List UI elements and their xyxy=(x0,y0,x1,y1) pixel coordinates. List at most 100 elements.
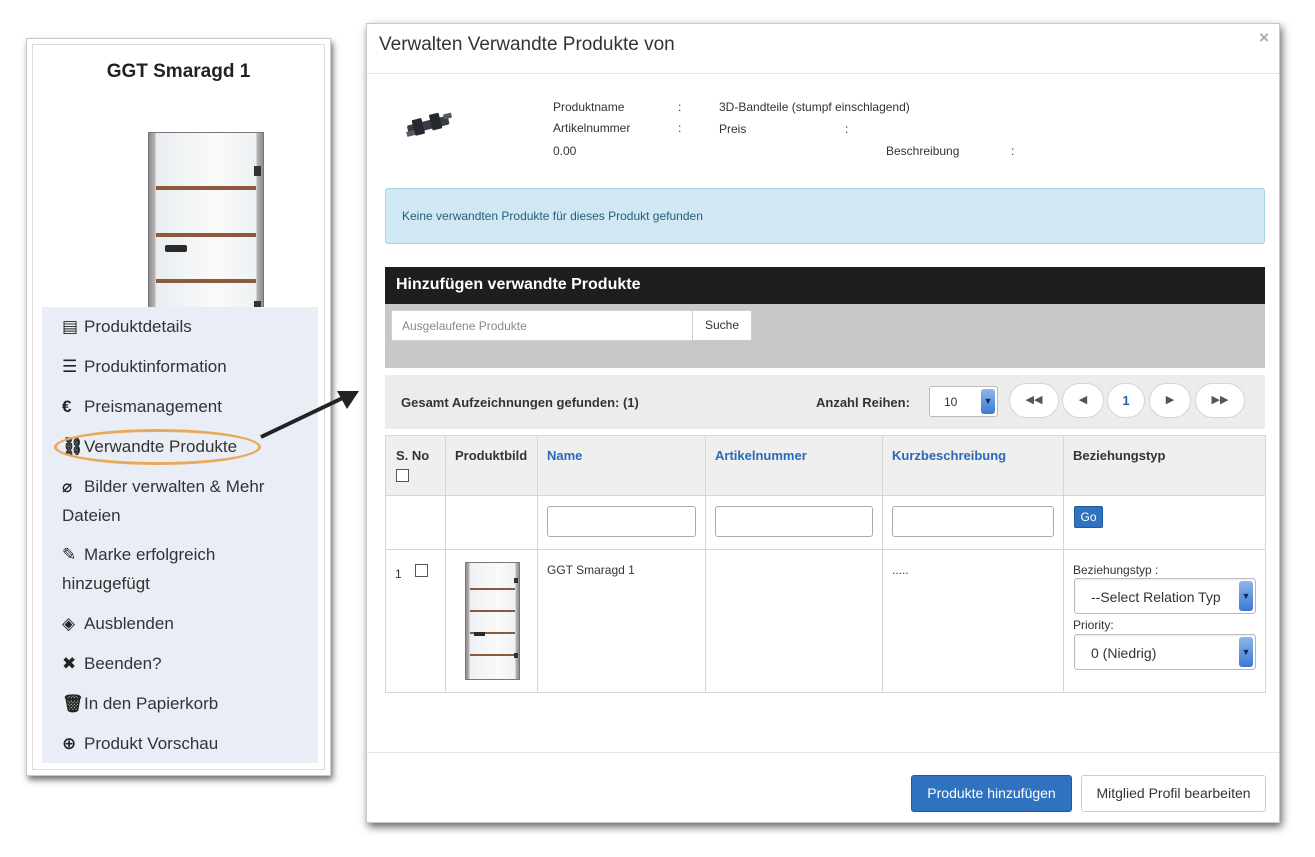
pointer-arrow-icon xyxy=(260,391,359,439)
price-value: 0.00 xyxy=(553,144,577,158)
filter-name-input[interactable] xyxy=(547,506,696,537)
menu-item-label: Marke erfolgreich hinzugefügt xyxy=(62,545,216,593)
row-checkbox[interactable] xyxy=(415,564,428,577)
description-label: Beschreibung xyxy=(886,144,960,158)
header-sku[interactable]: Artikelnummer xyxy=(715,448,807,463)
header-short-desc[interactable]: Kurzbeschreibung xyxy=(892,448,1006,463)
product-menu: ▤ Produktdetails ☰ Produktinformation € Pre… xyxy=(42,307,318,763)
menu-item-label: Produktdetails xyxy=(84,317,192,336)
chevron-down-icon: ▼ xyxy=(1239,637,1253,667)
header-name[interactable]: Name xyxy=(547,448,582,463)
sku-sep: : xyxy=(678,121,682,135)
edit-member-profile-button[interactable]: Mitglied Profil bearbeiten xyxy=(1081,775,1266,812)
chevron-down-icon: ▼ xyxy=(981,389,995,414)
menu-item-label: Produkt Vorschau xyxy=(84,734,219,753)
paperclip-icon: ⌀ xyxy=(62,477,73,496)
door-bar xyxy=(470,610,515,612)
menu-item-ausblenden[interactable]: ◈ Ausblenden xyxy=(62,609,312,638)
price-label: Preis xyxy=(719,122,747,136)
page-1-button[interactable]: 1 xyxy=(1107,383,1145,418)
sku-label: Artikelnummer xyxy=(553,121,631,135)
no-related-products-alert: Keine verwandten Produkte für dieses Pro… xyxy=(385,188,1265,244)
menu-item-label: Preismanagement xyxy=(84,397,222,416)
list-icon: ☰ xyxy=(62,357,78,376)
relation-type-select[interactable]: --Select Relation Typ ▼ xyxy=(1074,578,1256,614)
door-bar xyxy=(470,654,515,656)
next-page-button[interactable]: ▶ xyxy=(1149,383,1191,418)
door-hinge xyxy=(254,166,261,176)
door-bar xyxy=(156,233,256,237)
menu-item-label: Bilder verwalten & Mehr Dateien xyxy=(62,477,265,525)
door-bar xyxy=(470,588,515,590)
row-name: GGT Smaragd 1 xyxy=(547,563,635,577)
search-button[interactable]: Suche xyxy=(692,310,752,341)
close-icon[interactable]: × xyxy=(1259,28,1269,48)
column-divider xyxy=(705,436,706,692)
total-records: Gesamt Aufzeichnungen gefunden: (1) xyxy=(401,395,639,410)
row-short-desc: ..... xyxy=(892,563,909,577)
menu-item-label: Produktinformation xyxy=(84,357,227,376)
trash-icon: 🗑 xyxy=(62,694,84,713)
description-sep: : xyxy=(1011,144,1015,158)
menu-item-beenden[interactable]: ✖ Beenden? xyxy=(62,649,312,678)
zoom-icon: ⊕ xyxy=(62,734,77,753)
rows-per-page-label: Anzahl Reihen: xyxy=(816,395,910,410)
search-band: Ausgelaufene Produkte Suche xyxy=(385,304,1265,368)
column-divider xyxy=(537,436,538,692)
pager-bar: Gesamt Aufzeichnungen gefunden: (1) Anza… xyxy=(385,375,1265,429)
menu-item-marke[interactable]: ✎ Marke erfolgreich hinzugefügt xyxy=(62,540,262,598)
header-relation: Beziehungstyp xyxy=(1073,448,1166,463)
rows-per-page-value: 10 xyxy=(944,395,958,409)
filter-short-desc-input[interactable] xyxy=(892,506,1054,537)
table-header xyxy=(386,436,1265,496)
select-all-checkbox[interactable] xyxy=(396,469,409,482)
modal-footer: Produkte hinzufügen Mitglied Profil bear… xyxy=(367,752,1279,822)
rows-per-page-select[interactable]: 10 ▼ xyxy=(929,386,998,417)
first-page-button[interactable]: ◀◀ xyxy=(1009,383,1059,418)
priority-value: 0 (Niedrig) xyxy=(1091,645,1157,661)
menu-item-label: In den Papierkorb xyxy=(84,694,219,713)
edit-icon: ✎ xyxy=(62,545,77,564)
menu-item-label: Beenden? xyxy=(84,654,162,673)
search-input[interactable]: Ausgelaufene Produkte xyxy=(391,310,693,341)
euro-icon: € xyxy=(62,397,72,416)
add-related-section-title: Hinzufügen verwandte Produkte xyxy=(385,267,1265,304)
add-products-button[interactable]: Produkte hinzufügen xyxy=(911,775,1072,812)
row-product-image xyxy=(465,562,520,680)
price-sep: : xyxy=(845,122,849,136)
menu-item-produktdetails[interactable]: ▤ Produktdetails xyxy=(62,312,312,341)
column-divider xyxy=(882,436,883,692)
column-divider xyxy=(1063,436,1064,692)
go-button[interactable]: Go xyxy=(1074,506,1103,528)
relation-type-label: Beziehungstyp : xyxy=(1073,563,1159,577)
related-products-modal: Verwalten Verwandte Produkte von × Produ… xyxy=(366,23,1280,823)
product-thumbnail xyxy=(406,112,453,137)
product-card-title: GGT Smaragd 1 xyxy=(106,61,251,82)
prev-page-button[interactable]: ◀ xyxy=(1062,383,1104,418)
door-handle xyxy=(474,632,485,636)
modal-header: Verwalten Verwandte Produkte von × xyxy=(367,24,1279,74)
priority-label: Priority: xyxy=(1073,618,1114,632)
highlight-ring xyxy=(54,429,261,465)
list-alt-icon: ▤ xyxy=(62,317,79,336)
header-image: Produktbild xyxy=(455,448,528,463)
product-name-sep: : xyxy=(678,100,682,114)
menu-item-label: Ausblenden xyxy=(84,614,174,633)
priority-select[interactable]: 0 (Niedrig) ▼ xyxy=(1074,634,1256,670)
modal-title: Verwalten Verwandte Produkte von xyxy=(379,34,675,55)
door-bar xyxy=(156,186,256,190)
relation-type-value: --Select Relation Typ xyxy=(1091,589,1221,605)
filter-sku-input[interactable] xyxy=(715,506,873,537)
door-hinge xyxy=(514,578,518,583)
menu-item-papierkorb[interactable]: 🗑In den Papierkorb xyxy=(62,689,312,718)
row-sno: 1 xyxy=(395,567,402,581)
door-bar xyxy=(156,279,256,283)
menu-item-vorschau[interactable]: ⊕ Produkt Vorschau xyxy=(62,729,312,758)
last-page-button[interactable]: ▶▶ xyxy=(1195,383,1245,418)
products-table: S. No Produktbild Name Artikelnummer Kur… xyxy=(385,435,1266,693)
chevron-down-icon: ▼ xyxy=(1239,581,1253,611)
product-name-label: Produktname xyxy=(553,100,625,114)
menu-item-bilder-verwalten[interactable]: ⌀ Bilder verwalten & Mehr Dateien xyxy=(62,472,287,530)
menu-item-produktinformation[interactable]: ☰ Produktinformation xyxy=(62,352,312,381)
door-hinge xyxy=(514,653,518,658)
